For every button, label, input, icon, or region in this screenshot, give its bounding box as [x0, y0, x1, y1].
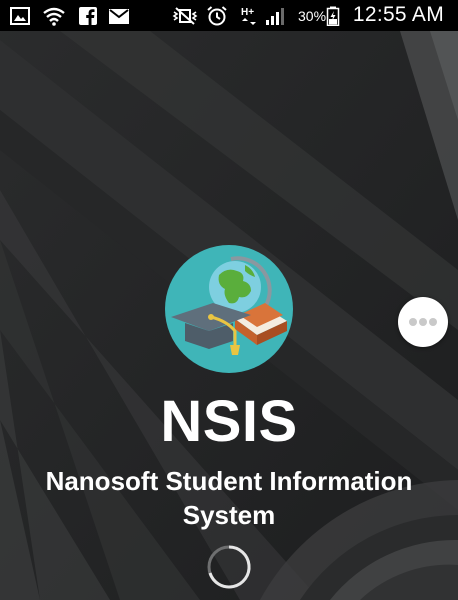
hplus-data-icon: H+ [241, 7, 256, 25]
wifi-icon [43, 7, 65, 26]
more-button[interactable] [398, 297, 448, 347]
status-time: 12:55 AM [352, 3, 444, 26]
alarm-icon [207, 6, 227, 26]
battery-icon [326, 6, 340, 26]
status-bar: H+ 30% 12:55 AM [0, 0, 458, 31]
gmail-icon [109, 9, 129, 24]
graduation-globe-logo-icon [165, 245, 293, 373]
gallery-icon [10, 7, 30, 25]
more-dot [429, 318, 437, 326]
app-subtitle: Nanosoft Student Information System [45, 466, 413, 530]
facebook-icon [79, 7, 97, 25]
loading-spinner [207, 545, 251, 589]
more-dots-icon [409, 318, 417, 326]
svg-text:H+: H+ [241, 7, 254, 18]
battery-percent: 30% [298, 8, 327, 24]
vibrate-mute-icon [172, 7, 198, 25]
more-dot [419, 318, 427, 326]
app-name: NSIS [160, 389, 298, 454]
splash-screen: H+ 30% 12:55 AM NSIS Nanosoft Student In… [0, 0, 458, 600]
signal-icon [266, 8, 284, 25]
